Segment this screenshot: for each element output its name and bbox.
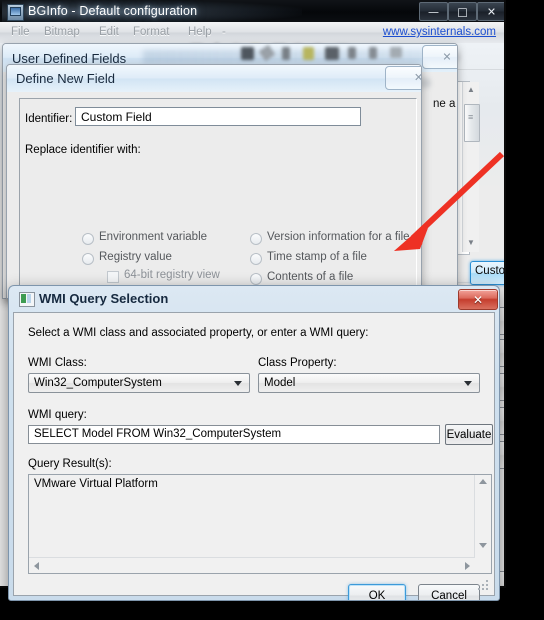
custom-button-label: Custom...	[475, 265, 506, 277]
scroll-up-icon[interactable]	[479, 479, 487, 484]
radio-label: Contents of a file	[267, 271, 354, 283]
scroll-left-icon[interactable]	[34, 562, 39, 570]
scroll-down-icon[interactable]: ▼	[465, 237, 477, 249]
maximize-icon: □	[457, 5, 468, 18]
window-title: BGInfo - Default configuration	[28, 4, 198, 18]
scroll-down-icon[interactable]	[479, 543, 487, 548]
close-icon: ✕	[486, 5, 497, 18]
radio-icon	[250, 253, 262, 265]
wmi-instruction-text: Select a WMI class and associated proper…	[28, 327, 369, 339]
cancel-button[interactable]: Cancel	[418, 584, 480, 601]
menu-item-file[interactable]: File	[11, 25, 30, 40]
menu-item-help[interactable]: Help	[188, 25, 212, 40]
radio-label: Registry value	[99, 251, 172, 263]
cancel-button-label: Cancel	[431, 589, 467, 601]
checkbox-icon	[107, 271, 119, 283]
bginfo-title-bar[interactable]: BGInfo - Default configuration — □ ✕	[0, 0, 504, 22]
dnf-title-bar[interactable]: Define New Field ✕	[7, 65, 421, 92]
query-result-value: VMware Virtual Platform	[34, 478, 158, 490]
scroll-up-icon[interactable]: ▲	[465, 84, 477, 96]
query-result-vertical-scrollbar[interactable]	[474, 475, 491, 559]
class-property-value: Model	[264, 377, 296, 389]
chevron-down-icon	[464, 381, 472, 386]
menu-item-dash: -	[222, 26, 226, 38]
close-icon: ✕	[442, 50, 452, 64]
query-result-box[interactable]: VMware Virtual Platform	[28, 474, 492, 574]
radio-label: Environment variable	[99, 231, 208, 243]
radio-label: Version information for a file	[267, 231, 410, 243]
wmi-title-bar[interactable]: WMI Query Selection ✕	[9, 286, 499, 313]
wmi-query-value: SELECT Model FROM Win32_ComputerSystem	[34, 428, 282, 440]
scrollbar-corner	[475, 558, 491, 573]
ok-button-label: OK	[368, 589, 386, 601]
fields-list-scrollbar[interactable]: ▲ ▼	[462, 82, 480, 252]
query-result-label: Query Result(s):	[28, 458, 112, 470]
chevron-down-icon	[234, 381, 242, 386]
wmi-close-button[interactable]: ✕	[458, 289, 498, 310]
blurred-region	[143, 50, 457, 64]
blurred-icon	[390, 47, 402, 58]
ok-button[interactable]: OK	[348, 584, 406, 601]
define-new-field-window: Define New Field ✕ Identifier: Custom Fi…	[6, 64, 422, 299]
evaluate-button-label: Evaluate	[446, 428, 492, 441]
udf-close-button[interactable]: ✕	[422, 45, 457, 69]
wmi-class-label: WMI Class:	[28, 357, 87, 369]
close-icon: ✕	[472, 292, 484, 307]
evaluate-button[interactable]: Evaluate	[445, 424, 493, 445]
blurred-icon	[369, 47, 377, 59]
close-button[interactable]: ✕	[477, 2, 504, 21]
blurred-icon	[282, 47, 290, 60]
wmi-query-selection-dialog: WMI Query Selection ✕ Select a WMI class…	[8, 285, 500, 601]
custom-button[interactable]: Custom...	[470, 261, 506, 285]
identifier-label: Identifier:	[25, 113, 73, 125]
blurred-icon	[241, 47, 254, 60]
identifier-input[interactable]: Custom Field	[75, 107, 361, 126]
radio-label: Time stamp of a file	[267, 251, 367, 263]
blurred-icon	[348, 47, 356, 59]
radio-icon	[82, 233, 94, 245]
dnf-window-title: Define New Field	[16, 71, 115, 86]
wmi-class-dropdown[interactable]: Win32_ComputerSystem	[28, 373, 250, 393]
wmi-client-area: Select a WMI class and associated proper…	[13, 312, 495, 600]
class-property-dropdown[interactable]: Model	[258, 373, 480, 393]
sysinternals-link[interactable]: www.sysinternals.com	[383, 25, 496, 40]
blurred-icon	[325, 47, 339, 60]
radio-icon	[82, 253, 94, 265]
identifier-value: Custom Field	[81, 110, 152, 124]
class-property-label: Class Property:	[258, 357, 337, 369]
menu-item-format[interactable]: Format	[133, 25, 169, 40]
close-icon: ✕	[414, 71, 421, 84]
scrollbar-thumb[interactable]	[464, 104, 480, 142]
menu-item-bitmap[interactable]: Bitmap	[44, 25, 80, 40]
checkbox-label: 64-bit registry view	[124, 269, 220, 281]
scroll-right-icon[interactable]	[465, 562, 470, 570]
wmi-icon	[19, 292, 35, 307]
replace-identifier-label: Replace identifier with:	[25, 144, 141, 156]
query-result-horizontal-scrollbar[interactable]	[29, 557, 475, 573]
maximize-button[interactable]: □	[448, 2, 477, 21]
wmi-query-input[interactable]: SELECT Model FROM Win32_ComputerSystem	[28, 425, 440, 444]
udf-fragment-text: ne a	[433, 98, 456, 110]
wmi-query-label: WMI query:	[28, 409, 87, 421]
monitor-icon	[7, 4, 24, 21]
minimize-button[interactable]: —	[419, 2, 448, 21]
minimize-icon: —	[428, 5, 439, 18]
radio-icon	[250, 233, 262, 245]
radio-icon	[250, 273, 262, 285]
menu-item-edit[interactable]: Edit	[99, 25, 119, 40]
blurred-icon	[303, 47, 314, 60]
wmi-class-value: Win32_ComputerSystem	[34, 377, 162, 389]
dnf-close-button[interactable]: ✕	[385, 66, 421, 90]
resize-grip[interactable]	[478, 580, 490, 592]
wmi-window-title: WMI Query Selection	[39, 291, 169, 306]
